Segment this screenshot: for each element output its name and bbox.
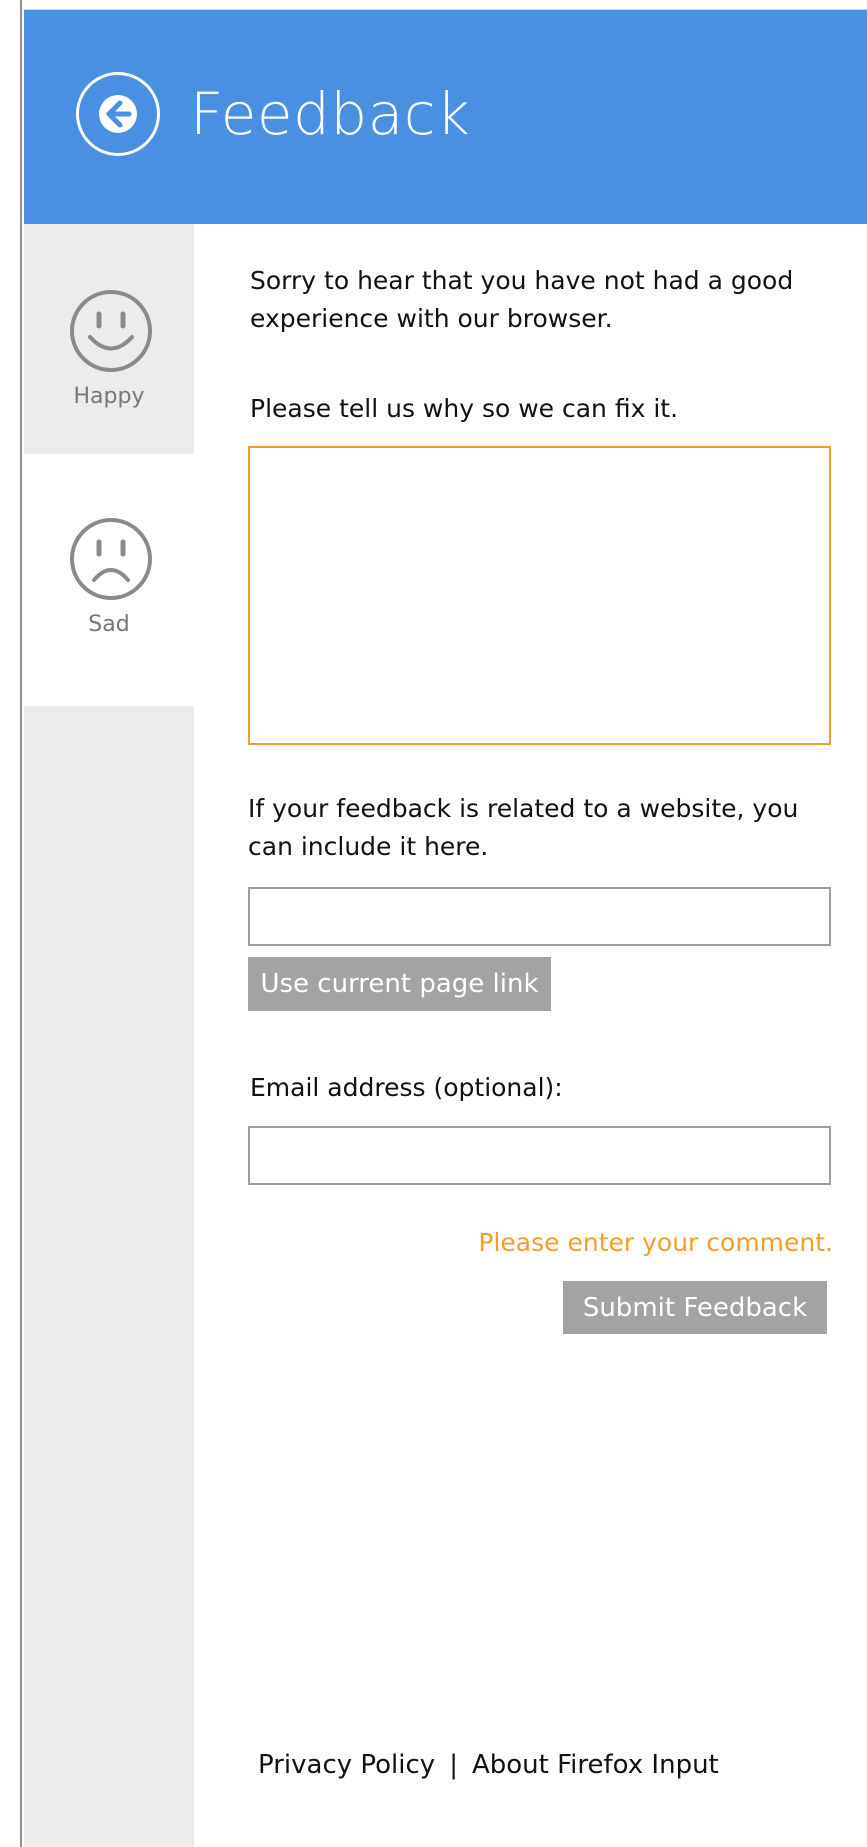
- privacy-policy-link[interactable]: Privacy Policy: [258, 1750, 435, 1780]
- footer-links: Privacy Policy | About Firefox Input: [258, 1750, 719, 1780]
- email-label: Email address (optional):: [250, 1073, 563, 1102]
- comment-textarea[interactable]: [248, 446, 831, 745]
- arrow-left-circle-icon: [99, 95, 137, 133]
- url-prompt: If your feedback is related to a website…: [248, 794, 799, 861]
- mood-sidebar: Happy Sad: [24, 224, 194, 1847]
- page-title: Feedback: [190, 80, 471, 148]
- mood-tab-sad[interactable]: Sad: [24, 454, 194, 706]
- footer-separator: |: [449, 1750, 458, 1780]
- mood-tab-happy[interactable]: Happy: [24, 224, 194, 454]
- error-message: Please enter your comment.: [478, 1228, 833, 1257]
- mood-label-happy: Happy: [73, 384, 145, 409]
- email-input[interactable]: [248, 1126, 831, 1185]
- about-firefox-input-link[interactable]: About Firefox Input: [472, 1750, 719, 1780]
- submit-feedback-button[interactable]: Submit Feedback: [563, 1281, 827, 1334]
- back-button[interactable]: [76, 72, 160, 156]
- window-left-border: [0, 0, 22, 1847]
- header-bar: Feedback: [24, 10, 867, 224]
- url-input[interactable]: [248, 887, 831, 946]
- comment-prompt: Please tell us why so we can fix it.: [250, 394, 679, 423]
- smiley-happy-icon: [70, 290, 152, 372]
- window-top-border: [22, 0, 867, 10]
- use-current-page-link-button[interactable]: Use current page link: [248, 957, 551, 1011]
- smiley-sad-icon: [70, 518, 152, 600]
- intro-text: Sorry to hear that you have not had a go…: [250, 266, 794, 333]
- mood-label-sad: Sad: [88, 612, 130, 637]
